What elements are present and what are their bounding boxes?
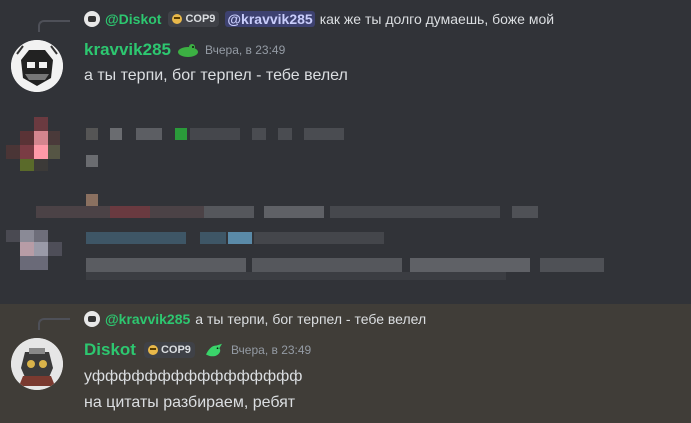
reply-preview[interactable]: @Diskot COP9 @kravvik285 как же ты долго…	[84, 9, 554, 29]
message-header: Diskot COP9 Вчера, в 23:49	[84, 340, 311, 360]
skull-icon	[147, 345, 158, 355]
reply-preview[interactable]: @kravvik285 а ты терпи, бог терпел - теб…	[84, 309, 426, 329]
message-text: на цитаты разбираем, ребят	[84, 394, 296, 411]
timestamp: Вчера, в 23:49	[230, 343, 312, 357]
reply-author[interactable]: @Diskot	[105, 11, 161, 27]
reply-spine	[38, 20, 70, 32]
server-tag: COP9	[143, 342, 195, 358]
reply-text: как же ты долго думаешь, боже мой	[319, 11, 555, 27]
redacted-avatar-2	[6, 230, 66, 280]
avatar[interactable]	[11, 40, 63, 92]
frog-icon	[177, 44, 198, 57]
reply-avatar	[84, 311, 100, 327]
username[interactable]: Diskot	[84, 340, 136, 360]
timestamp: Вчера, в 23:49	[204, 43, 286, 57]
username[interactable]: kravvik285	[84, 40, 171, 60]
reply-avatar	[84, 11, 100, 27]
reply-text: а ты терпи, бог терпел - тебе велел	[195, 311, 427, 327]
reply-spine	[38, 318, 70, 330]
server-tag: COP9	[168, 11, 220, 27]
message-text: а ты терпи, бог терпел - тебе велел	[84, 67, 348, 84]
message-header: kravvik285 Вчера, в 23:49	[84, 40, 285, 60]
skull-icon	[172, 14, 183, 24]
mention[interactable]: @kravvik285	[225, 11, 315, 27]
dragon-icon	[205, 343, 222, 357]
chat-log: @Diskot COP9 @kravvik285 как же ты долго…	[0, 0, 691, 423]
reply-author[interactable]: @kravvik285	[105, 311, 190, 327]
message-text: уфффффффффффффффф	[84, 368, 303, 385]
avatar[interactable]	[11, 338, 63, 390]
redacted-avatar	[6, 117, 70, 179]
